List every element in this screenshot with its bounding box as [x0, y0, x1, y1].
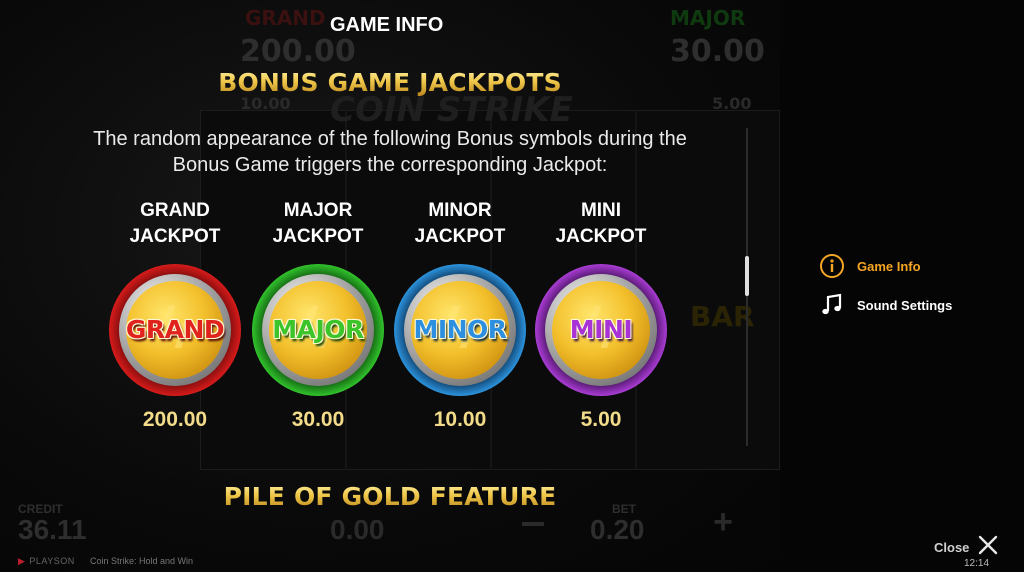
win-value: 0.00: [330, 514, 385, 545]
bg-grand-jackpot-title: GRAND: [245, 6, 326, 30]
minor-coin-icon: ϟ MINOR: [394, 264, 526, 396]
bg-grand-jackpot-value: 200.00: [240, 34, 356, 69]
close-label: Close: [934, 540, 970, 555]
credit-value: 36.11: [18, 514, 87, 545]
jackpot-value: 30.00: [291, 408, 345, 431]
coin-label: GRAND: [125, 314, 225, 344]
coin-label: MINI: [569, 314, 633, 344]
menu-item-label: Sound Settings: [857, 297, 953, 313]
coin-label: MAJOR: [272, 314, 364, 344]
close-button[interactable]: Close: [934, 534, 999, 561]
jackpot-title: MINI JACKPOT: [555, 200, 647, 247]
clock: 12:14: [964, 558, 990, 569]
close-icon: [977, 534, 999, 561]
bet-value: 0.20: [590, 514, 645, 545]
scrollbar-thumb[interactable]: [745, 256, 749, 296]
jackpot-value: 10.00: [433, 408, 487, 431]
jackpot-value: 200.00: [142, 408, 208, 431]
mini-coin-icon: ϟ MINI: [535, 264, 667, 396]
bg-bar-symbol: BAR: [690, 300, 755, 333]
jackpot-title: MINOR JACKPOT: [414, 200, 506, 247]
bet-increase-button: +: [713, 503, 733, 541]
bg-major-jackpot-title: MAJOR: [670, 6, 746, 30]
bg-major-jackpot-value: 30.00: [670, 34, 765, 69]
bonus-description: The random appearance of the following B…: [93, 128, 687, 176]
menu-item-sound-settings[interactable]: Sound Settings: [818, 291, 952, 319]
jackpot-grand: GRAND JACKPOT ϟ GRAND 200.00: [100, 198, 250, 432]
coin-label: MINOR: [413, 314, 507, 344]
info-icon: [818, 252, 846, 280]
major-coin-icon: ϟ MAJOR: [252, 264, 384, 396]
jackpot-title: GRAND JACKPOT: [129, 200, 221, 247]
play-triangle-icon: ▶: [18, 556, 26, 566]
brand-name: PLAYSON: [29, 556, 75, 566]
pile-of-gold-heading: PILE OF GOLD FEATURE: [100, 482, 680, 511]
brand-logo: ▶ PLAYSON: [18, 556, 75, 567]
page-title: GAME INFO: [330, 14, 444, 36]
game-name: Coin Strike: Hold and Win: [90, 556, 194, 566]
jackpot-minor: MINOR JACKPOT ϟ MINOR 10.00: [385, 198, 535, 432]
menu-item-game-info[interactable]: Game Info: [818, 252, 921, 280]
jackpot-value: 5.00: [580, 408, 622, 431]
bonus-jackpots-heading: BONUS GAME JACKPOTS: [100, 68, 680, 97]
menu-item-label: Game Info: [857, 258, 921, 274]
jackpot-major: MAJOR JACKPOT ϟ MAJOR 30.00: [243, 198, 393, 432]
bet-decrease-button: [522, 522, 544, 526]
jackpot-title: MAJOR JACKPOT: [272, 200, 364, 247]
grand-coin-icon: ϟ GRAND: [109, 264, 241, 396]
jackpot-mini: MINI JACKPOT ϟ MINI 5.00: [526, 198, 676, 432]
bg-mini-jackpot-value: 5.00: [712, 94, 752, 113]
music-note-icon: [818, 291, 846, 319]
